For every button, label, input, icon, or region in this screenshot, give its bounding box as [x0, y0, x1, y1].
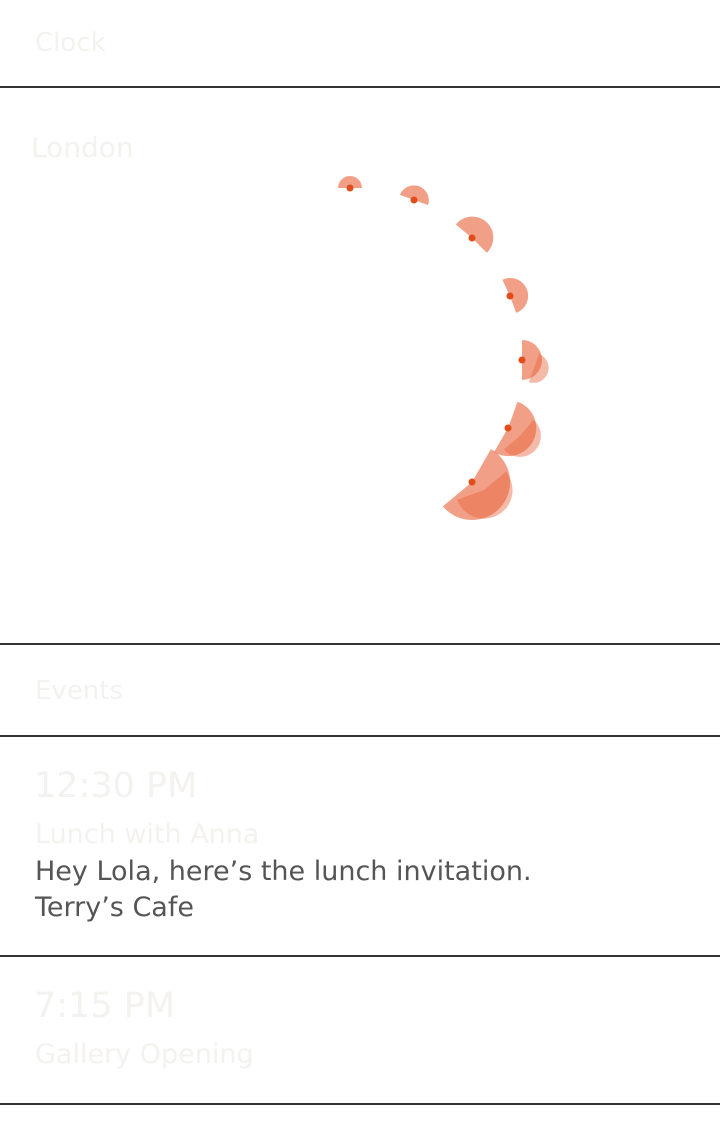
clock-bottom-divider	[0, 643, 720, 645]
hour-marker-dot	[346, 184, 354, 192]
event-card[interactable]: 12:30 PM Lunch with Anna Hey Lola, here’…	[0, 737, 720, 955]
hour-marker-dot	[504, 424, 512, 432]
event-title: Lunch with Anna	[35, 819, 260, 850]
event-description: Hey Lola, here’s the lunch invitation.	[35, 856, 532, 887]
event-title: Gallery Opening	[35, 1039, 254, 1070]
hour-marker-dot	[468, 478, 476, 486]
hour-marker-dot	[518, 356, 526, 364]
clock-dial	[338, 176, 549, 521]
hour-marker-wedge	[502, 277, 529, 313]
event-divider	[0, 1103, 720, 1105]
app-header: Clock	[0, 0, 720, 88]
event-card[interactable]: 7:15 PM Gallery Opening	[0, 957, 720, 1103]
hour-markers	[338, 176, 549, 521]
hour-marker-dot	[468, 234, 476, 242]
events-section-title: Events	[35, 676, 124, 706]
app-title: Clock	[35, 28, 106, 58]
hour-marker-dot	[506, 292, 514, 300]
hour-marker-wedge	[455, 216, 494, 253]
hour-marker-dot	[410, 196, 418, 204]
event-location: Terry’s Cafe	[35, 892, 194, 923]
event-time: 7:15 PM	[34, 986, 176, 1026]
event-time: 12:30 PM	[34, 766, 198, 806]
